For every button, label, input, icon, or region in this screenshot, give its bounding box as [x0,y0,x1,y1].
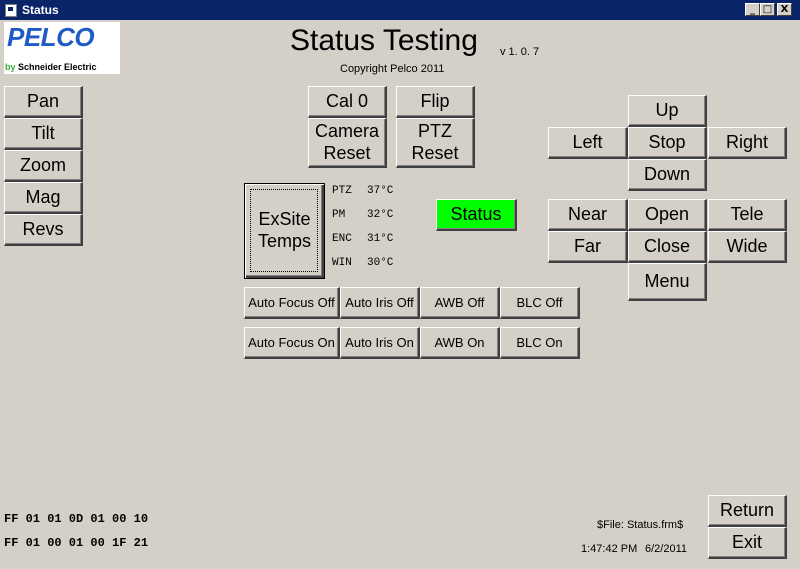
minimize-button[interactable]: _ [745,3,760,16]
zoom-button[interactable]: Zoom [4,150,83,182]
wide-button[interactable]: Wide [708,231,787,263]
logo-company: Schneider Electric [18,62,97,72]
return-button[interactable]: Return [708,495,787,527]
auto-iris-on-button[interactable]: Auto Iris On [340,327,420,359]
time-label: 1:47:42 PM [581,543,638,555]
cal0-button[interactable]: Cal 0 [308,86,387,118]
close-button[interactable]: X [777,3,792,16]
tilt-button[interactable]: Tilt [4,118,83,150]
auto-focus-off-button[interactable]: Auto Focus Off [244,287,340,319]
left-button[interactable]: Left [548,127,628,159]
ptz-reset-button[interactable]: PTZ Reset [396,118,475,168]
pan-button[interactable]: Pan [4,86,83,118]
temp-value-ptz: 37°C [367,185,394,197]
awb-off-button[interactable]: AWB Off [420,287,500,319]
copyright-label: Copyright Pelco 2011 [340,63,445,75]
near-button[interactable]: Near [548,199,628,231]
exit-button[interactable]: Exit [708,527,787,559]
status-window: Status _ □ X PELCO by Schneider Electric… [0,0,800,569]
status-button[interactable]: Status [436,199,517,231]
right-button[interactable]: Right [708,127,787,159]
revs-button[interactable]: Revs [4,214,83,246]
page-title: Status Testing [290,24,478,57]
blc-off-button[interactable]: BLC Off [500,287,580,319]
down-button[interactable]: Down [628,159,707,191]
file-label: $File: Status.frm$ [597,519,684,531]
temp-label-win: WIN [332,257,352,269]
menu-button[interactable]: Menu [628,263,707,301]
exsite-temps-button[interactable]: ExSite Temps [244,183,325,279]
version-label: v 1. 0. 7 [500,46,540,58]
window-title: Status [22,3,59,17]
temp-value-pm: 32°C [367,209,394,221]
blc-on-button[interactable]: BLC On [500,327,580,359]
logo-brand: PELCO [7,22,95,52]
maximize-button[interactable]: □ [760,3,775,16]
stop-button[interactable]: Stop [628,127,707,159]
hex-command-line-1: FF 01 01 0D 01 00 10 [4,512,149,526]
camera-reset-button[interactable]: Camera Reset [308,118,387,168]
open-button[interactable]: Open [628,199,707,231]
auto-iris-off-button[interactable]: Auto Iris Off [340,287,420,319]
date-label: 6/2/2011 [645,543,688,555]
temp-label-ptz: PTZ [332,185,352,197]
temp-value-enc: 31°C [367,233,394,245]
exsite-temps-label: ExSite Temps [257,209,311,251]
mag-button[interactable]: Mag [4,182,83,214]
up-button[interactable]: Up [628,95,707,127]
flip-button[interactable]: Flip [396,86,475,118]
awb-on-button[interactable]: AWB On [420,327,500,359]
tele-button[interactable]: Tele [708,199,787,231]
logo-by: by [5,62,16,72]
app-icon [5,4,17,17]
title-bar[interactable]: Status _ □ X [0,0,800,20]
temp-value-win: 30°C [367,257,394,269]
close-iris-button[interactable]: Close [628,231,707,263]
temp-label-pm: PM [332,209,346,221]
auto-focus-on-button[interactable]: Auto Focus On [244,327,340,359]
temp-label-enc: ENC [332,233,352,245]
far-button[interactable]: Far [548,231,628,263]
pelco-logo: PELCO by Schneider Electric [4,22,120,74]
hex-command-line-2: FF 01 00 01 00 1F 21 [4,536,149,550]
